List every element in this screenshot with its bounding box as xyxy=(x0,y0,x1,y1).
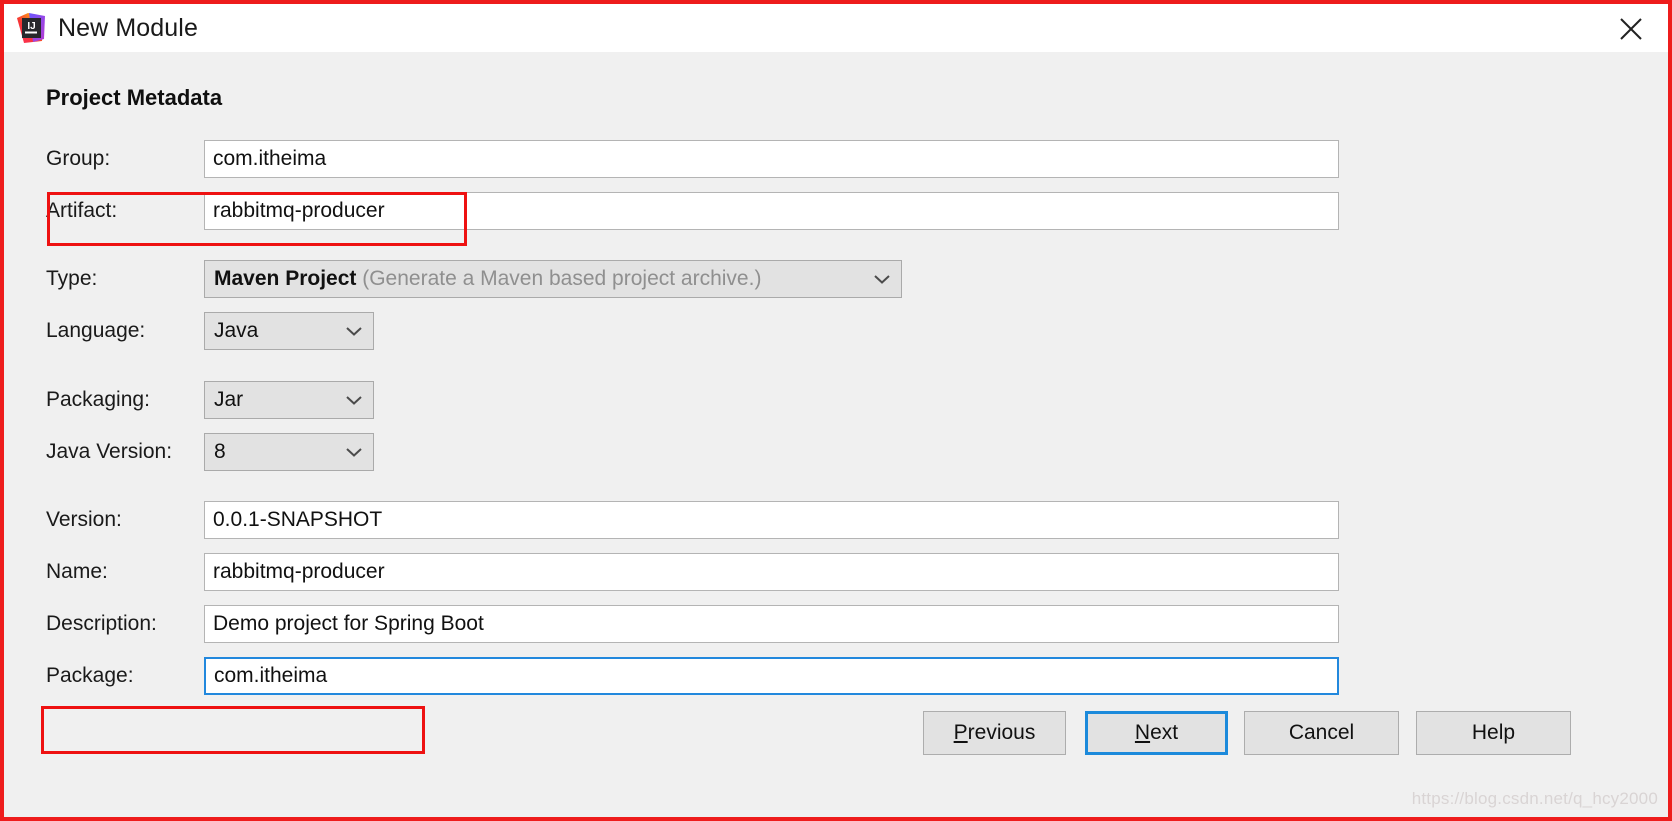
new-module-dialog: IJ New Module Project Metadata Group: co… xyxy=(0,0,1672,821)
close-icon[interactable] xyxy=(1614,13,1648,45)
help-button-label: Help xyxy=(1471,721,1516,744)
type-value: Maven Project xyxy=(214,267,357,290)
dialog-content: Project Metadata Group: com.itheima Arti… xyxy=(4,52,1668,817)
next-button[interactable]: Next xyxy=(1085,711,1228,755)
section-title: Project Metadata xyxy=(46,85,223,110)
previous-button-label: Previous xyxy=(953,721,1036,744)
intellij-idea-logo-icon: IJ xyxy=(14,11,48,45)
packaging-value: Jar xyxy=(214,388,244,411)
name-label: Name: xyxy=(46,560,108,583)
language-label: Language: xyxy=(46,319,146,342)
chevron-down-icon xyxy=(873,261,891,297)
next-button-label: Next xyxy=(1134,721,1179,744)
version-label: Version: xyxy=(46,508,122,531)
previous-button[interactable]: Previous xyxy=(923,711,1066,755)
cancel-button-label: Cancel xyxy=(1288,721,1355,744)
cancel-button[interactable]: Cancel xyxy=(1244,711,1399,755)
packaging-label: Packaging: xyxy=(46,388,150,411)
svg-text:IJ: IJ xyxy=(27,21,35,32)
version-input[interactable]: 0.0.1-SNAPSHOT xyxy=(204,501,1339,539)
type-label: Type: xyxy=(46,267,98,290)
artifact-label: Artifact: xyxy=(46,199,118,222)
group-input[interactable]: com.itheima xyxy=(204,140,1339,178)
packaging-combobox[interactable]: Jar xyxy=(204,381,374,419)
package-input[interactable]: com.itheima xyxy=(204,657,1339,695)
description-label: Description: xyxy=(46,612,157,635)
type-combobox[interactable]: Maven Project (Generate a Maven based pr… xyxy=(204,260,902,298)
artifact-input[interactable]: rabbitmq-producer xyxy=(204,192,1339,230)
chevron-down-icon xyxy=(345,434,363,470)
chevron-down-icon xyxy=(345,313,363,349)
type-hint: (Generate a Maven based project archive.… xyxy=(362,267,762,290)
java-version-value: 8 xyxy=(214,440,226,463)
window-title: New Module xyxy=(58,13,198,42)
watermark-text: https://blog.csdn.net/q_hcy2000 xyxy=(1411,789,1658,808)
title-bar: IJ New Module xyxy=(4,4,1668,52)
help-button[interactable]: Help xyxy=(1416,711,1571,755)
language-combobox[interactable]: Java xyxy=(204,312,374,350)
name-input[interactable]: rabbitmq-producer xyxy=(204,553,1339,591)
group-label: Group: xyxy=(46,147,111,170)
language-value: Java xyxy=(214,319,259,342)
description-input[interactable]: Demo project for Spring Boot xyxy=(204,605,1339,643)
button-bar: Previous Next Cancel Help xyxy=(4,707,1668,767)
java-version-label: Java Version: xyxy=(46,440,173,463)
java-version-combobox[interactable]: 8 xyxy=(204,433,374,471)
chevron-down-icon xyxy=(345,382,363,418)
package-label: Package: xyxy=(46,664,134,687)
